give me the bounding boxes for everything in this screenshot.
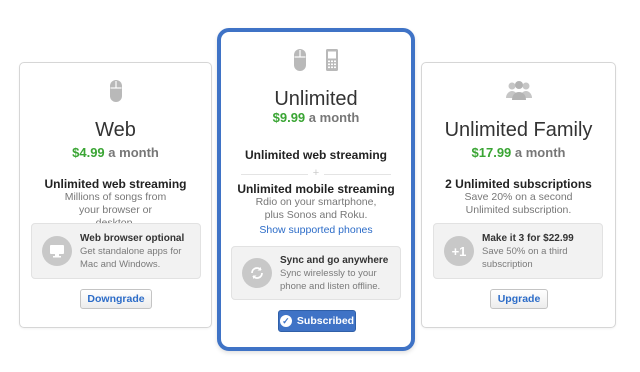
show-supported-phones-link[interactable]: Show supported phones: [221, 224, 411, 236]
info-description: Get standalone apps for Mac and Windows.: [80, 246, 182, 270]
price-period: a month: [108, 145, 159, 160]
feature-title: Unlimited web streaming: [244, 148, 388, 162]
info-box: Sync and go anywhere Sync wirelessly to …: [231, 246, 401, 300]
feature-description: Save 20% on a second Unlimited subscript…: [464, 191, 573, 216]
price-amount: $17.99: [471, 145, 512, 160]
plan-price: $17.99 a month: [422, 145, 615, 160]
info-title: Make it 3 for $22.99: [482, 233, 574, 244]
plan-price: $9.99 a month: [221, 110, 411, 125]
subscribed-button[interactable]: ✓ Subscribed: [278, 310, 356, 332]
phone-icon: [326, 49, 338, 71]
downgrade-button[interactable]: Downgrade: [80, 289, 152, 309]
plan-icons: [20, 79, 211, 103]
plan-title: Unlimited: [274, 88, 358, 110]
info-box: +1 Make it 3 for $22.99 Save 50% on a th…: [433, 223, 603, 279]
price-amount: $4.99: [72, 145, 105, 160]
plan-card-unlimited: Unlimited $9.99 a month Unlimited web st…: [217, 28, 415, 351]
info-box: Web browser optional Get standalone apps…: [31, 223, 201, 279]
info-description: Save 50% on a third subscription: [482, 246, 568, 270]
mouse-icon: [109, 80, 122, 102]
upgrade-button[interactable]: Upgrade: [490, 289, 548, 309]
subscribed-label: Subscribed: [296, 315, 355, 327]
monitor-icon: [42, 236, 72, 266]
plus-separator: +: [221, 167, 411, 179]
feature-title: 2 Unlimited subscriptions: [445, 177, 592, 191]
plan-icons: [422, 79, 615, 101]
price-period: a month: [514, 145, 566, 160]
sync-icon: [242, 258, 272, 288]
plan-title: Web: [95, 119, 136, 141]
price-amount: $9.99: [272, 110, 306, 125]
mouse-icon: [294, 49, 306, 71]
info-title: Web browser optional: [80, 233, 185, 244]
feature-description: Rdio on your smartphone, plus Sonos and …: [255, 196, 377, 221]
info-title: Sync and go anywhere: [280, 255, 389, 266]
people-icon: [505, 81, 532, 100]
price-period: a month: [308, 110, 360, 125]
feature-title-mobile: Unlimited mobile streaming: [237, 182, 395, 196]
feature-title: Unlimited web streaming: [44, 177, 187, 191]
check-icon: ✓: [279, 315, 292, 327]
plan-icons: [221, 48, 411, 72]
plan-card-web: Web $4.99 a month Unlimited web streamin…: [19, 62, 212, 328]
info-description: Sync wirelessly to your phone and listen…: [280, 268, 381, 292]
plan-title: Unlimited Family: [444, 119, 593, 141]
plan-price: $4.99 a month: [20, 145, 211, 160]
plus-one-icon: +1: [444, 236, 474, 266]
plan-card-family: Unlimited Family $17.99 a month 2 Unlimi…: [421, 62, 616, 328]
